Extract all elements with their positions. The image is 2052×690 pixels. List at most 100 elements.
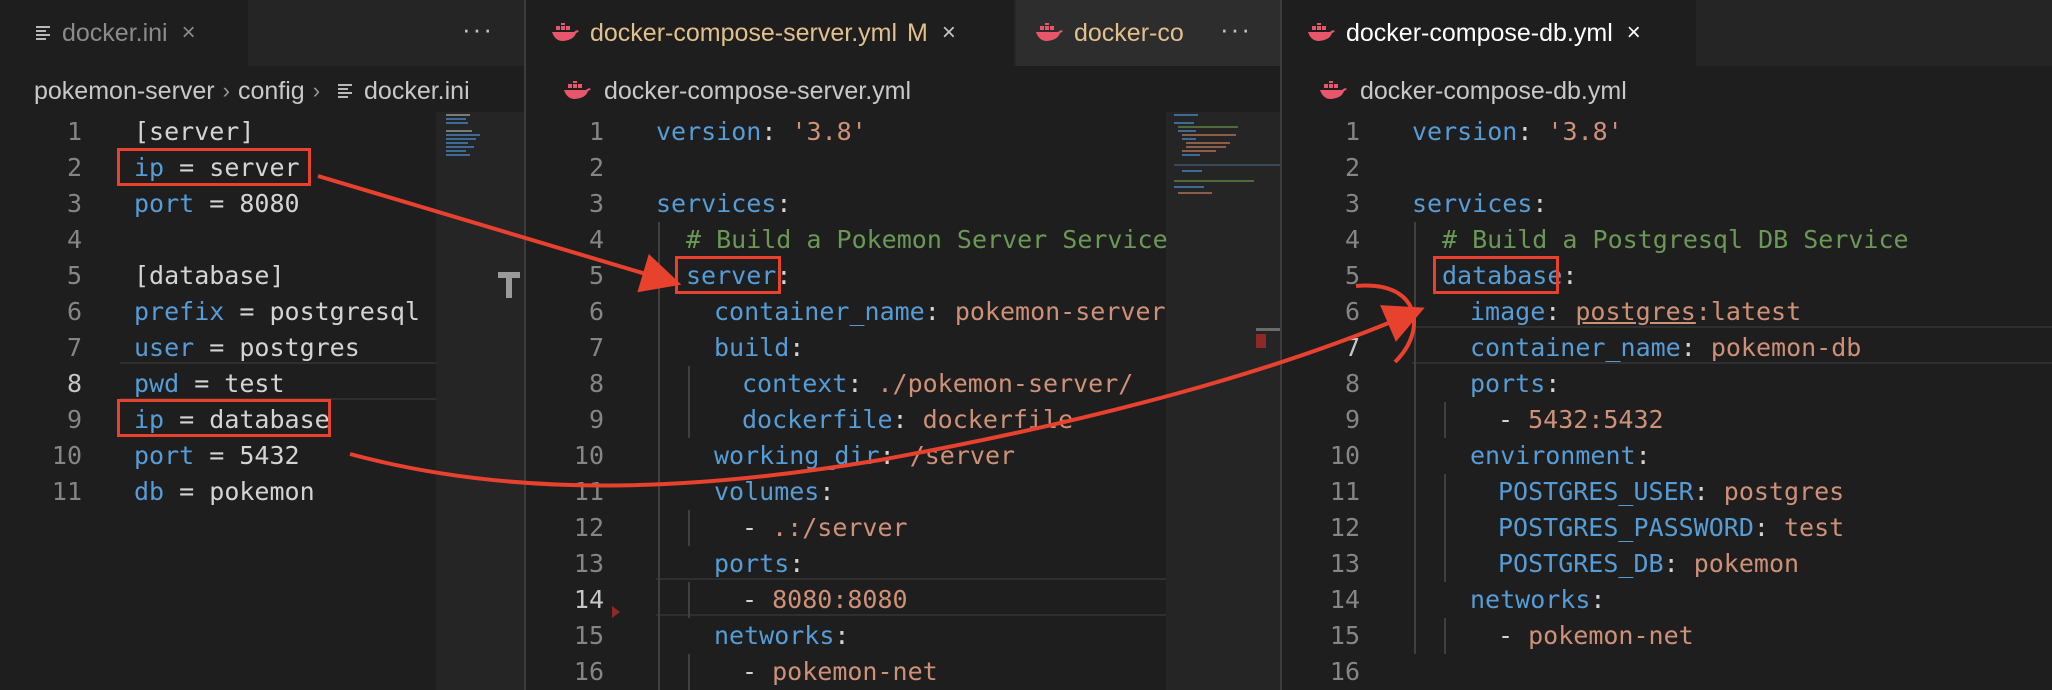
code-text: ports: <box>714 549 805 578</box>
code-line: 4 # Build a Postgresql DB Service <box>1282 222 2052 258</box>
highlight-box-server-service <box>675 256 781 294</box>
line-number: 7 <box>588 333 604 362</box>
code-line: 11 POSTGRES_USER: postgres <box>1282 474 2052 510</box>
breadcrumb-folder[interactable]: config <box>238 77 305 106</box>
line-number: 10 <box>1329 441 1360 470</box>
line-number: 9 <box>588 405 604 434</box>
code-line: 5 database: <box>1282 258 2052 294</box>
breadcrumb: docker-compose-db.yml <box>1282 68 2052 114</box>
code-text: - 8080:8080 <box>742 585 908 614</box>
code-line: 14 - 8080:8080 <box>526 582 1280 618</box>
line-number: 15 <box>1329 621 1360 650</box>
close-icon[interactable]: × <box>942 19 956 47</box>
line-number: 5 <box>66 261 82 290</box>
docker-icon <box>562 81 592 101</box>
code-line: 1 [server] <box>0 114 524 150</box>
code-line: 2 <box>526 150 1280 186</box>
breadcrumb-file[interactable]: docker-compose-server.yml <box>604 77 911 106</box>
code-line: 8 pwd = test <box>0 366 524 402</box>
line-number: 8 <box>1344 369 1360 398</box>
line-number: 7 <box>66 333 82 362</box>
code-text: container_name: pokemon-db <box>1470 333 1862 362</box>
code-line: 7 user = postgres <box>0 330 524 366</box>
code-text: prefix = postgresql <box>134 297 420 326</box>
code-text: port = 8080 <box>134 189 300 218</box>
code-comment: # Build a Postgresql DB Service <box>1442 225 1909 254</box>
docker-icon <box>1318 81 1348 101</box>
code-line: 13 ports: <box>526 546 1280 582</box>
line-number: 9 <box>66 405 82 434</box>
code-line: 5 [database] <box>0 258 524 294</box>
line-number: 5 <box>1344 261 1360 290</box>
line-number: 12 <box>1329 513 1360 542</box>
tab-label: docker-co <box>1074 18 1184 47</box>
code-text: volumes: <box>714 477 835 506</box>
line-number: 7 <box>1344 333 1360 362</box>
line-number: 11 <box>1329 477 1360 506</box>
code-line: 16 - pokemon-net <box>526 654 1280 690</box>
chevron-right-icon: › <box>312 78 321 103</box>
code-text: - pokemon-net <box>1498 621 1694 650</box>
highlight-box-ip-server <box>117 148 311 186</box>
code-line: 7 container_name: pokemon-db <box>1282 330 2052 366</box>
code-text: environment: <box>1470 441 1651 470</box>
tab-docker-compose-server[interactable]: docker-compose-server.yml M × <box>526 0 1014 66</box>
breadcrumb-file[interactable]: docker.ini <box>364 77 470 106</box>
code-text: POSTGRES_PASSWORD: test <box>1498 513 1845 542</box>
code-line: 11 db = pokemon <box>0 474 524 510</box>
code-line: 6 prefix = postgresql <box>0 294 524 330</box>
line-number: 14 <box>1329 585 1360 614</box>
code-line: 5 server: <box>526 258 1280 294</box>
line-number: 13 <box>573 549 604 578</box>
close-icon[interactable]: × <box>182 19 196 47</box>
line-number: 10 <box>573 441 604 470</box>
line-number: 12 <box>573 513 604 542</box>
breadcrumb: docker-compose-server.yml <box>526 68 1280 114</box>
code-text: version: '3.8' <box>1412 117 1623 146</box>
tab-docker-compose-db[interactable]: docker-compose-db.yml × <box>1282 0 1696 66</box>
line-number: 2 <box>1344 153 1360 182</box>
close-icon[interactable]: × <box>1627 19 1641 47</box>
tab-label: docker.ini <box>62 18 168 47</box>
breadcrumb-folder[interactable]: pokemon-server <box>34 77 215 106</box>
code-text: networks: <box>714 621 850 650</box>
tab-label: docker-compose-server.yml <box>590 18 898 47</box>
code-line: 4 # Build a Pokemon Server Service <box>526 222 1280 258</box>
line-number: 6 <box>66 297 82 326</box>
code-text: image: postgres:latest <box>1470 297 1802 326</box>
code-text: - .:/server <box>742 513 908 542</box>
more-actions-icon[interactable]: ··· <box>462 14 494 45</box>
code-text: services: <box>656 189 792 218</box>
line-number: 2 <box>66 153 82 182</box>
code-line: 6 image: postgres:latest <box>1282 294 2052 330</box>
highlight-box-ip-database <box>117 399 331 437</box>
breadcrumb-file[interactable]: docker-compose-db.yml <box>1360 77 1627 106</box>
more-actions-icon[interactable]: ··· <box>1220 14 1252 45</box>
ini-tab-bar: docker.ini × ··· <box>0 0 524 66</box>
code-text: - pokemon-net <box>742 657 938 686</box>
code-line: 13 POSTGRES_DB: pokemon <box>1282 546 2052 582</box>
code-text: POSTGRES_USER: postgres <box>1498 477 1845 506</box>
tab-docker-ini[interactable]: docker.ini × <box>0 0 248 66</box>
code-line: 7 build: <box>526 330 1280 366</box>
line-number: 11 <box>51 477 82 506</box>
code-text: [server] <box>134 117 255 146</box>
line-number: 4 <box>588 225 604 254</box>
line-number: 8 <box>66 369 82 398</box>
code-line: 3 services: <box>1282 186 2052 222</box>
ini-editor-pane: docker.ini × ··· pokemon-server › config… <box>0 0 524 690</box>
line-number: 4 <box>66 225 82 254</box>
code-line: 3 services: <box>526 186 1280 222</box>
code-text: dockerfile: dockerfile <box>742 405 1074 434</box>
code-text: build: <box>714 333 805 362</box>
code-line: 12 POSTGRES_PASSWORD: test <box>1282 510 2052 546</box>
code-text: networks: <box>1470 585 1606 614</box>
line-number: 1 <box>1344 117 1360 146</box>
code-text: user = postgres <box>134 333 360 362</box>
line-number: 1 <box>588 117 604 146</box>
code-line: 1 version: '3.8' <box>1282 114 2052 150</box>
line-number: 16 <box>1329 657 1360 686</box>
code-text: POSTGRES_DB: pokemon <box>1498 549 1800 578</box>
highlight-box-database-service <box>1433 256 1559 294</box>
code-text: [database] <box>134 261 285 290</box>
